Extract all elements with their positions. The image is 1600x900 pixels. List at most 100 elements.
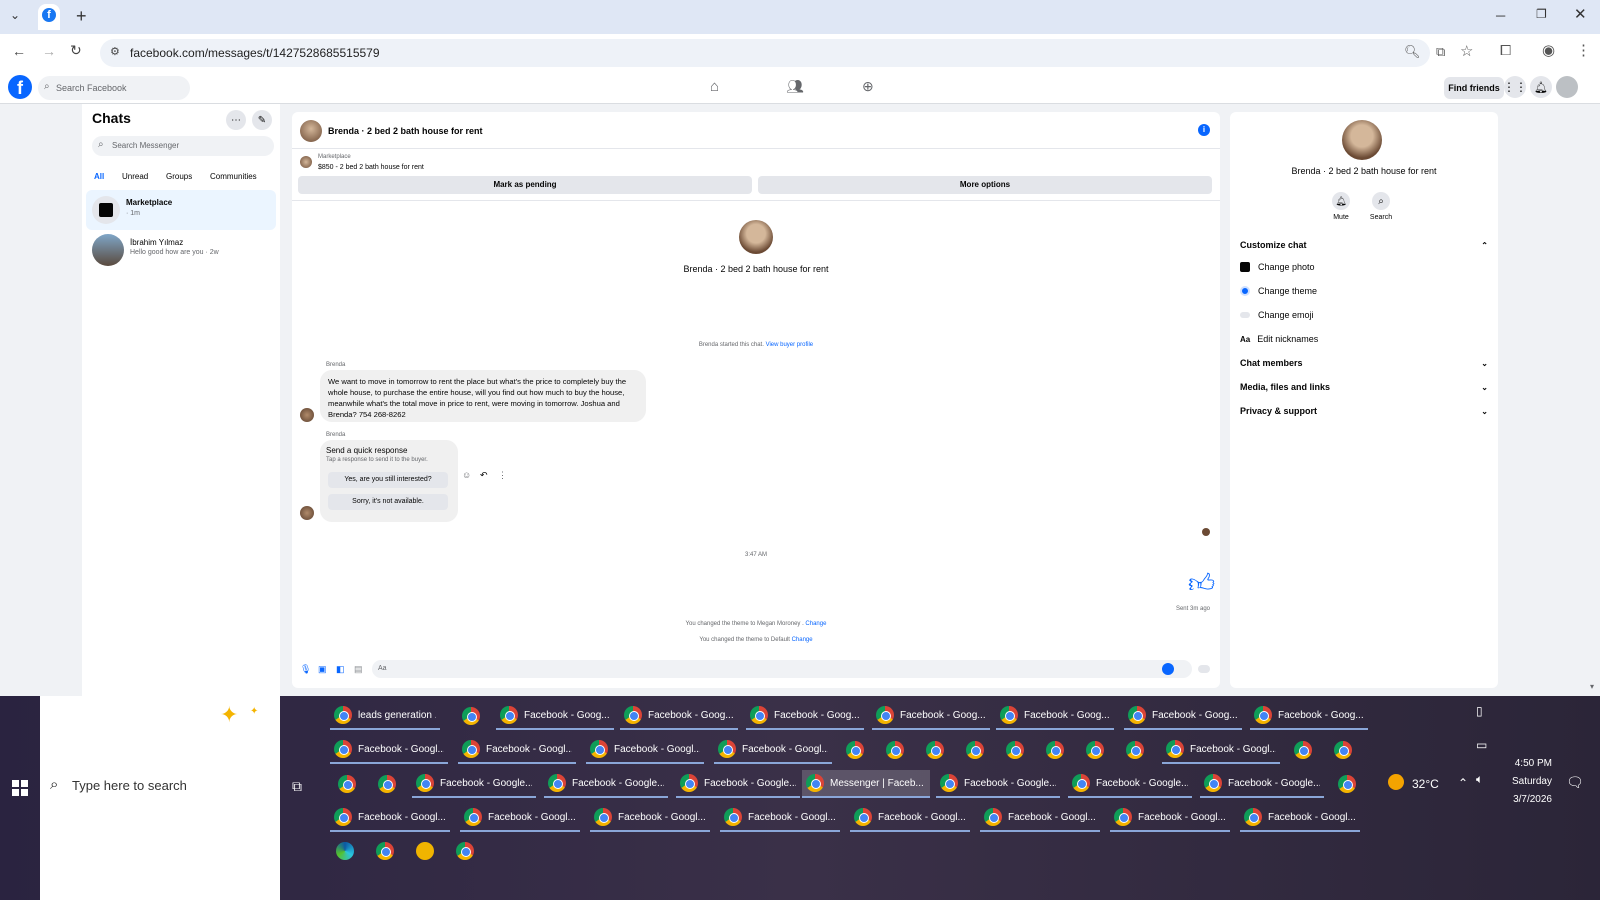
edge-icon[interactable]	[336, 842, 354, 860]
view-buyer-profile-link[interactable]: View buyer profile	[766, 342, 814, 348]
tab-search-icon[interactable]: ⌄	[10, 8, 20, 22]
restore-icon[interactable]: ❐	[1536, 7, 1547, 21]
taskbar-chrome-window[interactable]: Facebook - Google...	[1200, 770, 1324, 798]
taskbar-chrome-window[interactable]	[1082, 736, 1108, 764]
like-send-icon[interactable]	[1198, 665, 1210, 673]
back-icon[interactable]: ←	[12, 43, 26, 59]
more-options-button[interactable]: More options	[758, 176, 1212, 194]
zoom-icon[interactable]: 🔍︎	[1404, 44, 1421, 60]
notifications-center-icon[interactable]: 🗨︎	[1566, 774, 1584, 791]
more-actions-icon[interactable]: ⋮	[498, 470, 507, 481]
menu-grid-icon[interactable]: ⋮⋮	[1503, 76, 1527, 98]
tray-overflow-icon[interactable]: ⌃	[1458, 776, 1468, 790]
taskbar-chrome-window[interactable]	[922, 736, 948, 764]
media-files-toggle[interactable]: Media, files and links ⌄	[1240, 382, 1488, 392]
taskbar-chrome-window[interactable]: Facebook - Goog...	[996, 702, 1114, 730]
taskbar-chrome-window[interactable]: Facebook - Goog...	[1250, 702, 1368, 730]
facebook-logo[interactable]: f	[8, 75, 32, 99]
windows-start-icon[interactable]	[12, 780, 28, 796]
change-emoji-item[interactable]: Change emoji	[1240, 310, 1314, 320]
taskbar-chrome-window[interactable]: Facebook - Googl...	[980, 804, 1100, 832]
taskbar-chrome-window[interactable]: Facebook - Google...	[412, 770, 536, 798]
taskbar-chrome-window[interactable]: Facebook - Googl...	[590, 804, 710, 832]
taskbar-chrome-window[interactable]: Facebook - Google...	[544, 770, 668, 798]
attach-image-icon[interactable]: ▣	[318, 664, 327, 675]
change-theme-link[interactable]: Change	[805, 621, 826, 627]
volume-icon[interactable]: 🔈︎	[1476, 772, 1483, 787]
change-theme-item[interactable]: Change theme	[1240, 286, 1317, 296]
taskbar-chrome-window[interactable]: Messenger | Faceb...	[802, 770, 930, 798]
chats-options-icon[interactable]: ⋯	[226, 110, 246, 130]
chrome-icon[interactable]	[456, 842, 474, 860]
find-friends-button[interactable]: Find friends	[1444, 77, 1504, 99]
chat-members-toggle[interactable]: Chat members ⌄	[1240, 358, 1488, 368]
profile-icon[interactable]: ◉	[1542, 41, 1555, 59]
filter-communities[interactable]: Communities	[210, 172, 257, 181]
device-icon[interactable]: ▯	[1476, 704, 1483, 718]
sticker-icon[interactable]: ◧	[336, 664, 345, 675]
taskbar-chrome-window[interactable]	[334, 770, 360, 798]
info-icon[interactable]: i	[1198, 124, 1210, 136]
clock-date[interactable]: 3/7/2026	[1500, 794, 1552, 805]
facebook-search-box[interactable]: ⌕ Search Facebook	[38, 76, 190, 100]
taskbar-chrome-window[interactable]: Facebook - Goog...	[872, 702, 990, 730]
scroll-down-arrow-icon[interactable]: ▾	[1590, 682, 1594, 691]
notifications-icon[interactable]: 🔔︎	[1530, 76, 1552, 98]
privacy-support-toggle[interactable]: Privacy & support ⌄	[1240, 406, 1488, 416]
quick-reply-not-available-button[interactable]: Sorry, it's not available.	[328, 494, 448, 510]
taskbar-chrome-window[interactable]: Facebook - Googl...	[850, 804, 970, 832]
change-photo-item[interactable]: Change photo	[1240, 262, 1315, 272]
close-icon[interactable]: ✕	[1574, 5, 1587, 23]
messenger-search-input[interactable]: ⌕ Search Messenger	[92, 136, 274, 156]
extensions-icon[interactable]: ⧠	[1500, 42, 1511, 59]
taskbar-chrome-window[interactable]	[1122, 736, 1148, 764]
minimize-icon[interactable]: ─	[1496, 8, 1505, 23]
profile-avatar[interactable]	[739, 220, 773, 254]
microphone-icon[interactable]: 🎙︎	[300, 664, 311, 675]
filter-groups[interactable]: Groups	[166, 172, 192, 181]
taskbar-chrome-window[interactable]: Facebook - Goog...	[496, 702, 614, 730]
taskbar-chrome-window[interactable]	[1290, 736, 1316, 764]
message-input[interactable]: Aa	[372, 660, 1192, 678]
install-app-icon[interactable]: ⧉	[1436, 44, 1445, 60]
taskbar-chrome-window[interactable]	[842, 736, 868, 764]
gif-icon[interactable]: ▤	[354, 664, 363, 675]
thumbs-up-icon[interactable]: 👍︎	[1188, 570, 1215, 596]
taskbar-chrome-window[interactable]	[962, 736, 988, 764]
taskbar-chrome-window[interactable]: Facebook - Googl...	[720, 804, 840, 832]
taskbar-chrome-window[interactable]: Facebook - Googl...	[460, 804, 580, 832]
site-info-icon[interactable]: ⚙	[110, 45, 120, 58]
taskbar-chrome-window[interactable]	[1334, 770, 1360, 798]
taskbar-search-box[interactable]: ✦ ✦ ⌕ Type here to search	[40, 696, 280, 900]
bookmark-star-icon[interactable]: ☆	[1460, 42, 1473, 60]
taskbar-chrome-window[interactable]	[882, 736, 908, 764]
reply-icon[interactable]: ↶	[480, 470, 488, 481]
taskbar-chrome-window[interactable]	[1042, 736, 1068, 764]
message-bubble[interactable]: We want to move in tomorrow to rent the …	[320, 370, 646, 422]
weather-icon[interactable]	[1388, 774, 1404, 790]
account-avatar[interactable]	[1556, 76, 1578, 98]
taskbar-chrome-window[interactable]: Facebook - Goog...	[746, 702, 864, 730]
taskbar-chrome-window[interactable]: Facebook - Googl...	[586, 736, 704, 764]
edit-nicknames-item[interactable]: Aa Edit nicknames	[1240, 334, 1318, 344]
task-view-icon[interactable]: ⧉	[292, 778, 302, 795]
listing-title[interactable]: $850 - 2 bed 2 bath house for rent	[318, 164, 424, 171]
customize-chat-toggle[interactable]: Customize chat ⌃	[1240, 238, 1488, 252]
taskbar-chrome-window[interactable]: Facebook - Googl...	[1110, 804, 1230, 832]
change-theme-link[interactable]: Change	[792, 637, 813, 643]
taskbar-chrome-window[interactable]: Facebook - Googl...	[714, 736, 832, 764]
display-icon[interactable]: ▭	[1476, 738, 1487, 752]
chat-item-marketplace[interactable]: Marketplace · 1m	[86, 190, 276, 230]
conversation-avatar[interactable]	[300, 120, 322, 142]
taskbar-chrome-window[interactable]: Facebook - Googl...	[1162, 736, 1280, 764]
menu-icon[interactable]: ⋮	[1576, 41, 1591, 59]
friends-icon[interactable]: 👥︎	[786, 78, 804, 95]
taskbar-chrome-window[interactable]	[374, 770, 400, 798]
filter-unread[interactable]: Unread	[122, 172, 148, 181]
new-tab-button[interactable]: +	[76, 6, 87, 27]
browser-tab[interactable]: f	[38, 4, 60, 30]
url-field[interactable]: ⚙ facebook.com/messages/t/14275286855155…	[100, 39, 1430, 67]
app-hand-icon[interactable]	[416, 842, 434, 860]
temperature[interactable]: 32°C	[1412, 777, 1439, 791]
groups-icon[interactable]: ⊕	[862, 78, 874, 95]
